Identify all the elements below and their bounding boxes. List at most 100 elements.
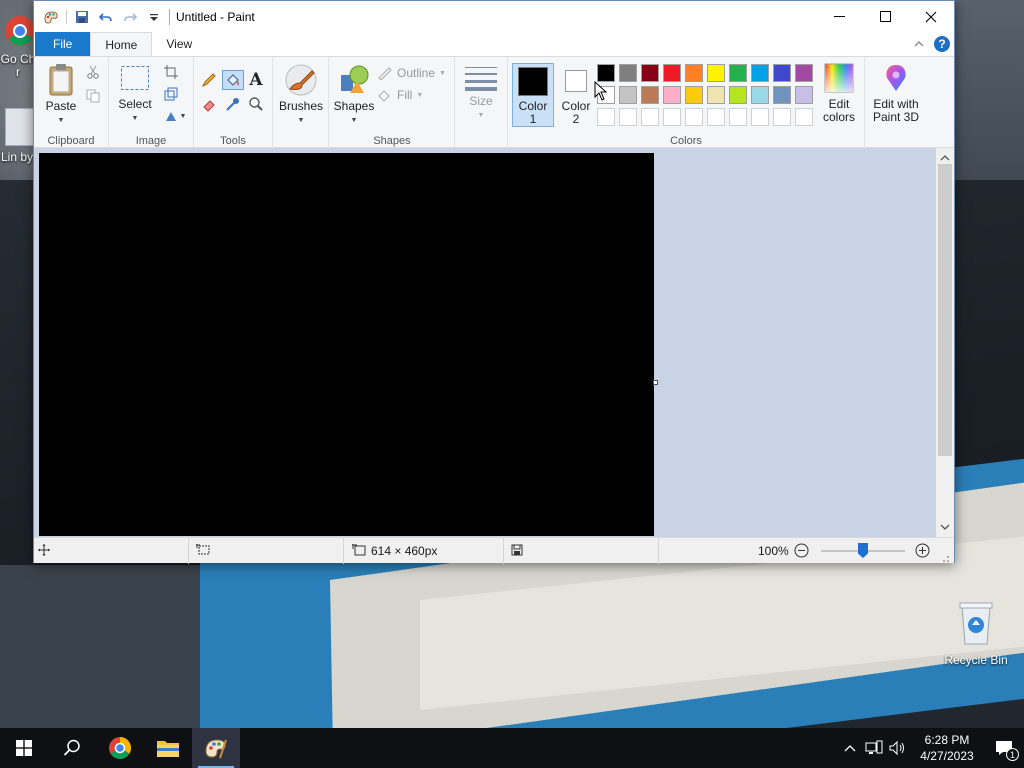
custom-color-slot[interactable] [663, 108, 681, 126]
brushes-button[interactable]: Brushes ▼ [279, 63, 323, 127]
palette-color-swatch[interactable] [795, 86, 813, 104]
palette-color-swatch[interactable] [597, 64, 615, 82]
shapes-button[interactable]: Shapes ▼ [334, 63, 374, 127]
crop-icon[interactable] [162, 63, 180, 81]
custom-color-slot[interactable] [707, 108, 725, 126]
zoom-slider-thumb[interactable] [858, 543, 868, 558]
vertical-scrollbar[interactable] [936, 148, 954, 537]
palette-color-swatch[interactable] [773, 86, 791, 104]
fill-icon [378, 90, 390, 102]
palette-color-swatch[interactable] [751, 64, 769, 82]
taskbar-chrome[interactable] [96, 728, 144, 768]
status-bar: 614 × 460px 100% [34, 537, 954, 566]
tab-file[interactable]: File [35, 32, 91, 56]
scrollbar-thumb[interactable] [938, 164, 952, 456]
magnifier-icon[interactable] [247, 95, 265, 113]
eraser-icon[interactable] [200, 95, 218, 113]
cursor-position-icon [38, 543, 50, 559]
zoom-in-icon[interactable] [915, 543, 930, 561]
palette-color-swatch[interactable] [619, 64, 637, 82]
tab-home[interactable]: Home [90, 32, 153, 56]
close-button[interactable] [908, 1, 954, 32]
palette-color-swatch[interactable] [641, 64, 659, 82]
maximize-button[interactable] [862, 1, 908, 32]
paste-button[interactable]: Paste ▼ [42, 63, 80, 127]
brush-icon [285, 64, 317, 96]
paint-taskbar-icon [205, 739, 227, 759]
palette-color-swatch[interactable] [751, 86, 769, 104]
palette-color-swatch[interactable] [663, 64, 681, 82]
save-icon[interactable] [73, 8, 91, 26]
redo-icon[interactable] [121, 8, 139, 26]
palette-color-swatch[interactable] [795, 64, 813, 82]
notification-count: 1 [1006, 748, 1019, 761]
size-button[interactable]: Size ▼ [463, 65, 499, 122]
brushes-label: Brushes [278, 99, 324, 113]
action-center-button[interactable]: 1 [984, 728, 1024, 768]
fill-dropdown[interactable]: Fill ▼ [377, 88, 423, 102]
zoom-out-icon[interactable] [794, 543, 809, 561]
edit-colors-button[interactable]: Edit colors [817, 63, 861, 124]
palette-color-swatch[interactable] [707, 86, 725, 104]
palette-color-swatch[interactable] [663, 86, 681, 104]
taskbar-paint[interactable] [192, 728, 240, 768]
custom-color-slot[interactable] [751, 108, 769, 126]
fill-bucket-icon[interactable] [222, 70, 244, 90]
palette-color-swatch[interactable] [707, 64, 725, 82]
color-picker-icon[interactable] [224, 95, 242, 113]
pencil-icon[interactable] [200, 71, 218, 89]
color-palette [508, 57, 818, 137]
minimize-button[interactable] [816, 1, 862, 32]
palette-color-swatch[interactable] [619, 86, 637, 104]
custom-color-slot[interactable] [795, 108, 813, 126]
desktop-icon-recycle-bin[interactable]: Recycle Bin [940, 600, 1012, 667]
outline-icon [378, 67, 392, 80]
help-icon[interactable]: ? [934, 36, 950, 52]
selection-size-icon [196, 543, 210, 559]
select-button[interactable]: Select ▼ [117, 65, 153, 125]
volume-icon[interactable] [886, 728, 910, 768]
drawing-canvas[interactable] [39, 153, 654, 536]
palette-color-swatch[interactable] [685, 86, 703, 104]
show-hidden-icons-icon[interactable] [838, 728, 862, 768]
custom-color-slot[interactable] [729, 108, 747, 126]
canvas-resize-handle-right[interactable] [653, 380, 658, 385]
scroll-down-icon[interactable] [940, 520, 950, 534]
search-button[interactable] [48, 728, 96, 768]
edit-with-paint3d-button[interactable]: Edit with Paint 3D [867, 63, 925, 124]
clock[interactable]: 6:28 PM 4/27/2023 [910, 732, 984, 764]
customize-toolbar-icon[interactable] [145, 8, 163, 26]
rotate-icon[interactable]: ▼ [162, 107, 188, 125]
text-tool-icon[interactable]: A [247, 70, 265, 90]
copy-icon[interactable] [84, 87, 102, 105]
palette-color-swatch[interactable] [729, 64, 747, 82]
custom-color-slot[interactable] [641, 108, 659, 126]
palette-color-swatch[interactable] [641, 86, 659, 104]
undo-icon[interactable] [97, 8, 115, 26]
start-button[interactable] [0, 728, 48, 768]
clock-time: 6:28 PM [924, 733, 970, 747]
resize-icon[interactable] [162, 85, 180, 103]
tab-view[interactable]: View [152, 32, 206, 56]
outline-label: Outline [397, 66, 436, 80]
custom-color-slot[interactable] [685, 108, 703, 126]
collapse-ribbon-icon[interactable] [914, 37, 924, 51]
taskbar-file-explorer[interactable] [144, 728, 192, 768]
palette-color-swatch[interactable] [773, 64, 791, 82]
network-icon[interactable] [862, 728, 886, 768]
desktop-icon-label: Lin by [0, 150, 34, 164]
canvas-workspace[interactable] [34, 148, 954, 537]
edit-colors-label-line2: colors [822, 110, 855, 124]
cut-icon[interactable] [84, 63, 102, 81]
canvas-dimensions: 614 × 460px [371, 544, 438, 558]
resize-grip-icon[interactable] [940, 552, 950, 566]
custom-color-slot[interactable] [773, 108, 791, 126]
select-rectangle-icon [121, 66, 149, 90]
custom-color-slot[interactable] [597, 108, 615, 126]
outline-dropdown[interactable]: Outline ▼ [377, 66, 446, 80]
palette-color-swatch[interactable] [685, 64, 703, 82]
scroll-up-icon[interactable] [940, 151, 950, 165]
paint-app-icon[interactable] [42, 8, 60, 26]
custom-color-slot[interactable] [619, 108, 637, 126]
palette-color-swatch[interactable] [729, 86, 747, 104]
